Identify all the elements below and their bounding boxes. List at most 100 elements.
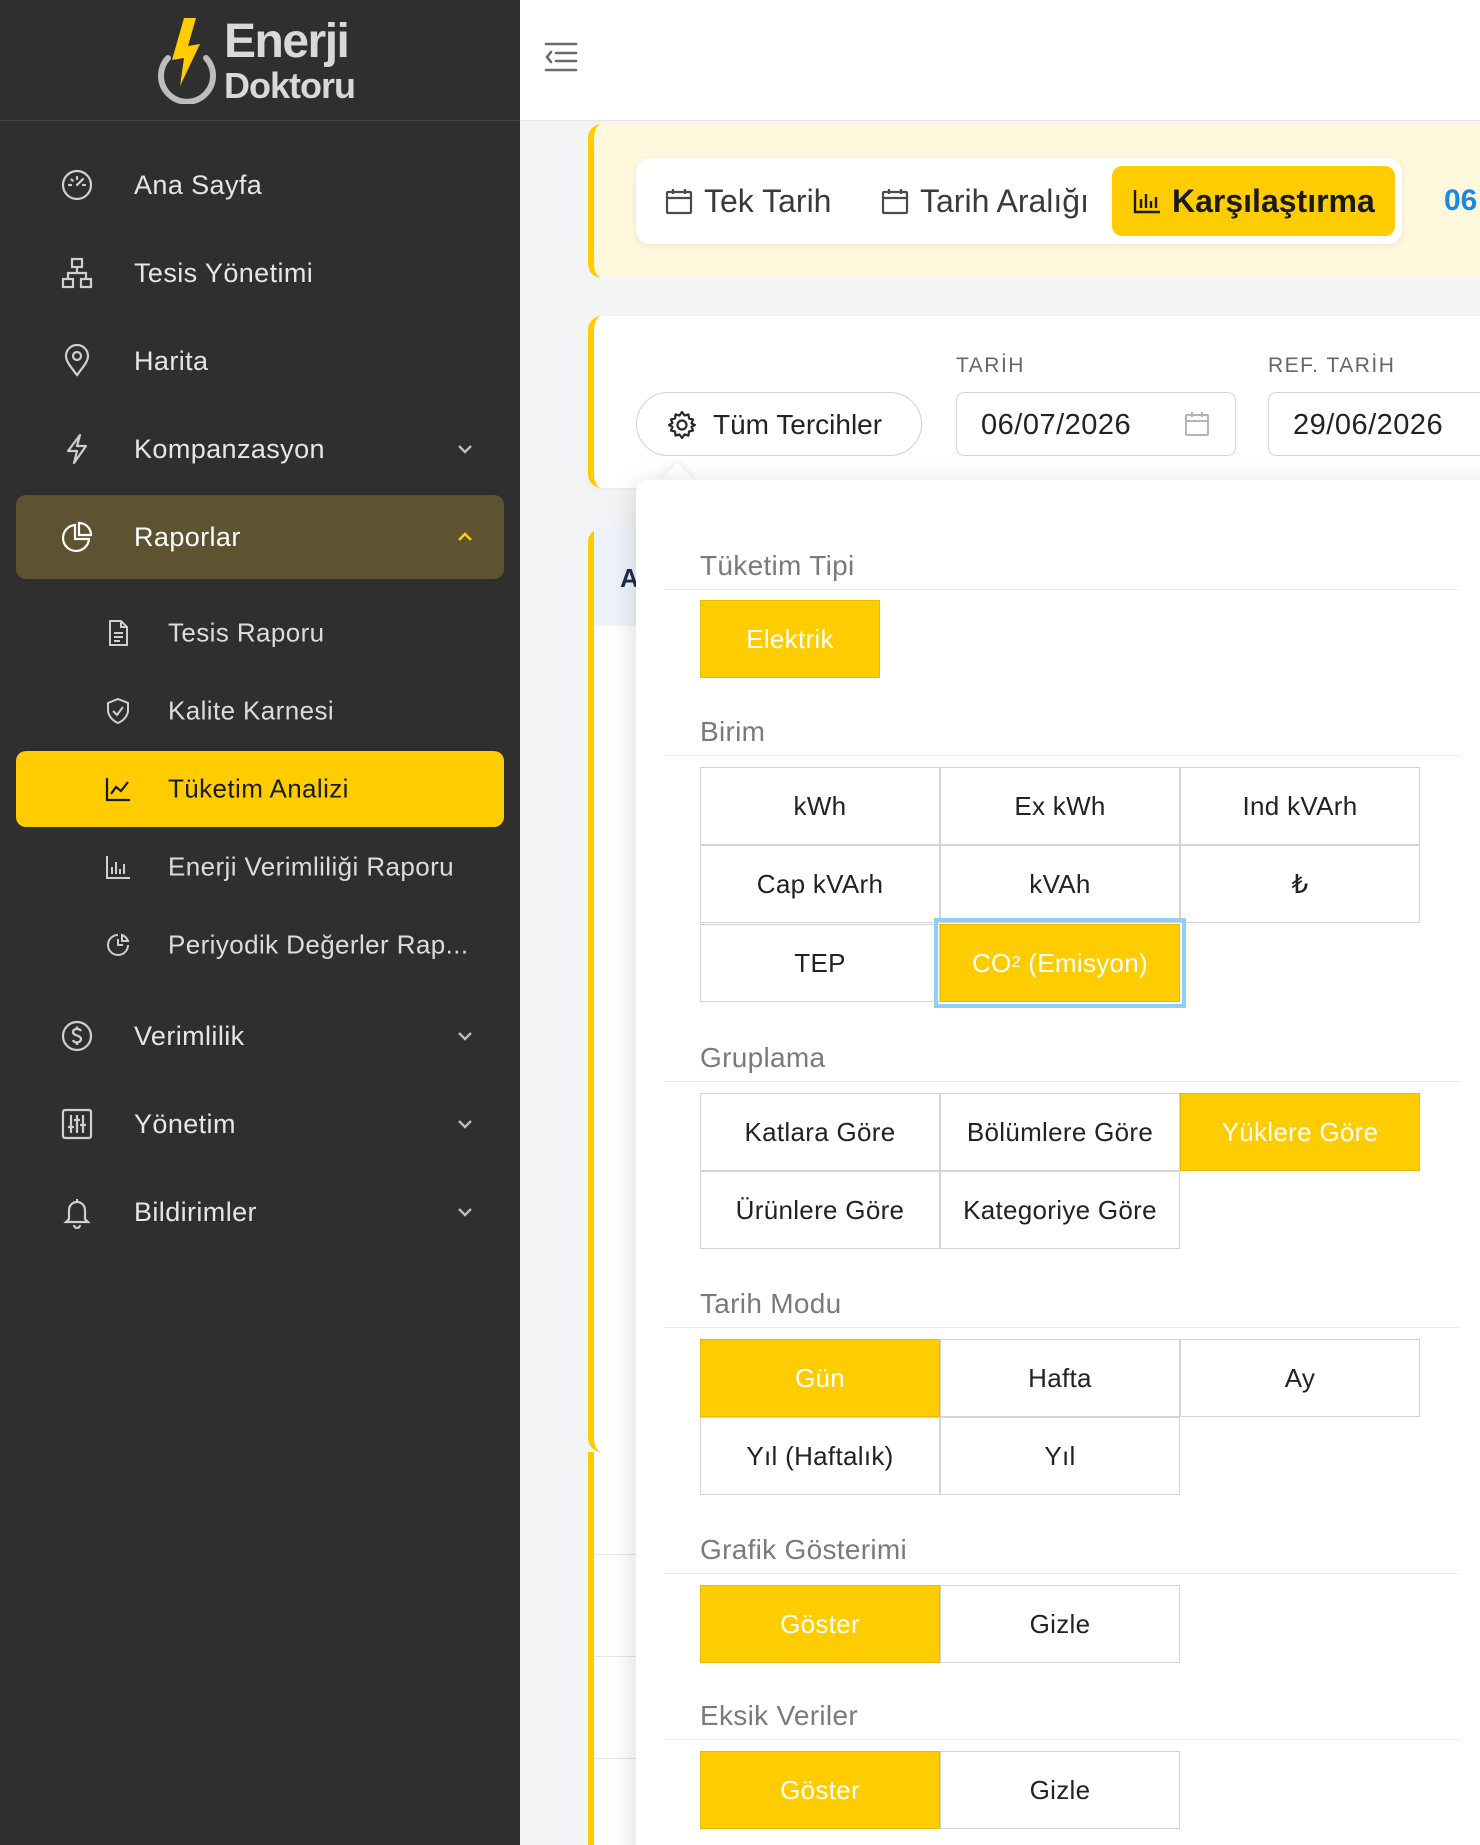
sidebar-item-verimlilik[interactable]: Verimlilik	[16, 994, 504, 1078]
line-chart-icon	[105, 778, 130, 802]
option-yuklere-gore[interactable]: Yüklere Göre	[1180, 1093, 1420, 1171]
tab-tarih-araligi[interactable]: Tarih Aralığı	[880, 166, 1089, 236]
date-value: 06/07/2026	[981, 409, 1132, 441]
sidebar-item-bildirimler[interactable]: Bildirimler	[16, 1170, 504, 1254]
ref-date-field-label: REF. TARİH	[1268, 354, 1396, 377]
option-yil-haftalik[interactable]: Yıl (Haftalık)	[700, 1417, 940, 1495]
section-divider	[664, 1327, 1460, 1328]
section-title-unit: Birim	[700, 716, 766, 747]
option-ind-kvarh[interactable]: Ind kVArh	[1180, 767, 1420, 845]
sidebar: Enerji Doktoru Ana Sayfa Tesis Yönetimi …	[0, 0, 520, 1845]
option-missing-goster[interactable]: Göster	[700, 1751, 940, 1829]
option-lira[interactable]: ₺	[1180, 845, 1420, 923]
bell-icon	[63, 1199, 91, 1229]
option-chart-gizle[interactable]: Gizle	[940, 1585, 1180, 1663]
chevron-down-icon	[458, 1120, 472, 1129]
sidebar-item-yonetim[interactable]: Yönetim	[16, 1082, 504, 1166]
ref-date-value: 29/06/2026	[1293, 409, 1444, 441]
sidebar-subitem-kalite-karnesi[interactable]: Kalite Karnesi	[16, 673, 504, 749]
co2-label-subscript: 2	[1011, 954, 1021, 971]
sliders-icon	[61, 1108, 93, 1140]
sitemap-icon	[61, 257, 93, 289]
option-gun[interactable]: Gün	[700, 1339, 940, 1417]
shield-check-icon	[107, 697, 129, 725]
tab-label: Tarih Aralığı	[920, 182, 1089, 219]
date-input[interactable]: 06/07/2026	[956, 392, 1236, 456]
sidebar-item-label: Yönetim	[134, 1108, 236, 1139]
lightning-icon	[66, 433, 88, 465]
dashboard-gauge-icon	[61, 169, 93, 201]
sidebar-subitem-label: Tüketim Analizi	[168, 773, 349, 804]
logo-power-bolt-icon	[158, 18, 216, 104]
co2-label-rest: (Emisyon)	[1020, 947, 1149, 978]
co2-label-main: CO	[971, 947, 1012, 978]
option-hafta[interactable]: Hafta	[940, 1339, 1180, 1417]
option-elektrik[interactable]: Elektrik	[700, 600, 880, 678]
all-preferences-label: Tüm Tercihler	[713, 409, 883, 440]
sidebar-item-ana-sayfa[interactable]: Ana Sayfa	[16, 143, 504, 227]
selected-date-link[interactable]: 06	[1444, 184, 1477, 218]
sidebar-item-label: Kompanzasyon	[134, 433, 325, 464]
sidebar-subitem-label: Enerji Verimliliği Raporu	[168, 851, 454, 882]
brand-name-line1: Enerji	[224, 15, 350, 68]
ref-date-input[interactable]: 29/06/2026	[1268, 392, 1480, 456]
sidebar-item-tesis-yonetimi[interactable]: Tesis Yönetimi	[16, 231, 504, 315]
clock-chart-icon	[107, 933, 130, 956]
map-pin-icon	[64, 344, 90, 377]
section-title-missing-data: Eksik Veriler	[700, 1700, 858, 1731]
bar-chart-icon	[106, 856, 130, 879]
sidebar-item-raporlar[interactable]: Raporlar	[16, 495, 504, 579]
chevron-down-icon	[458, 445, 472, 454]
option-urunlere-gore[interactable]: Ürünlere Göre	[700, 1171, 940, 1249]
all-preferences-button[interactable]: Tüm Tercihler	[636, 392, 922, 456]
sidebar-item-label: Tesis Yönetimi	[134, 257, 314, 288]
section-title-consumption-type: Tüketim Tipi	[700, 550, 855, 581]
sidebar-item-label: Bildirimler	[134, 1196, 257, 1227]
option-ay[interactable]: Ay	[1180, 1339, 1420, 1417]
date-field-label: TARİH	[956, 354, 1025, 377]
calendar-icon[interactable]	[1183, 410, 1211, 438]
sidebar-item-harita[interactable]: Harita	[16, 319, 504, 403]
brand-logo[interactable]: Enerji Doktoru	[0, 0, 520, 121]
sidebar-subitem-label: Tesis Raporu	[168, 617, 325, 648]
date-mode-tabs: Tek Tarih Tarih Aralığı Karşılaştırma	[636, 158, 1402, 244]
sidebar-subitem-tesis-raporu[interactable]: Tesis Raporu	[16, 595, 504, 671]
sidebar-subitem-label: Periyodik Değerler Rap...	[168, 929, 469, 960]
sidebar-subitem-tuketim-analizi[interactable]: Tüketim Analizi	[16, 751, 504, 827]
option-katlara-gore[interactable]: Katlara Göre	[700, 1093, 940, 1171]
tab-karsilastirma[interactable]: Karşılaştırma	[1112, 166, 1395, 236]
option-kwh[interactable]: kWh	[700, 767, 940, 845]
brand-name-line2: Doktoru	[224, 65, 356, 106]
chevron-up-icon	[458, 532, 472, 541]
sidebar-item-kompanzasyon[interactable]: Kompanzasyon	[16, 407, 504, 491]
option-missing-gizle[interactable]: Gizle	[940, 1751, 1180, 1829]
tab-label: Karşılaştırma	[1172, 182, 1375, 219]
option-yil[interactable]: Yıl	[940, 1417, 1180, 1495]
tab-label: Tek Tarih	[704, 182, 832, 219]
tab-tek-tarih[interactable]: Tek Tarih	[664, 166, 831, 236]
section-divider	[664, 1573, 1460, 1574]
sidebar-subitem-enerji-verimliligi[interactable]: Enerji Verimliliği Raporu	[16, 829, 504, 905]
section-title-grouping: Gruplama	[700, 1042, 826, 1073]
sidebar-subitem-periyodik-degerler[interactable]: Periyodik Değerler Rap...	[16, 907, 504, 983]
gear-icon	[667, 410, 697, 440]
option-co2-emisyon[interactable]: CO 2 (Emisyon)	[934, 918, 1186, 1008]
sidebar-item-label: Verimlilik	[134, 1020, 245, 1051]
section-title-chart-display: Grafik Gösterimi	[700, 1534, 908, 1565]
option-cap-kvarh[interactable]: Cap kVArh	[700, 845, 940, 923]
bar-chart-icon	[1133, 190, 1160, 214]
chevron-down-icon	[458, 1032, 472, 1041]
option-bolumlere-gore[interactable]: Bölümlere Göre	[940, 1093, 1180, 1171]
section-divider	[664, 1739, 1460, 1740]
dollar-circle-icon	[61, 1020, 93, 1052]
document-icon	[109, 620, 128, 646]
option-chart-goster[interactable]: Göster	[700, 1585, 940, 1663]
menu-collapse-icon[interactable]	[542, 40, 580, 74]
option-tep[interactable]: TEP	[700, 924, 940, 1002]
option-ex-kwh[interactable]: Ex kWh	[940, 767, 1180, 845]
calendar-icon	[665, 189, 693, 215]
section-divider	[664, 589, 1460, 590]
option-kategoriye-gore[interactable]: Kategoriye Göre	[940, 1171, 1180, 1249]
option-kvah[interactable]: kVAh	[940, 845, 1180, 923]
top-header	[520, 0, 1480, 121]
